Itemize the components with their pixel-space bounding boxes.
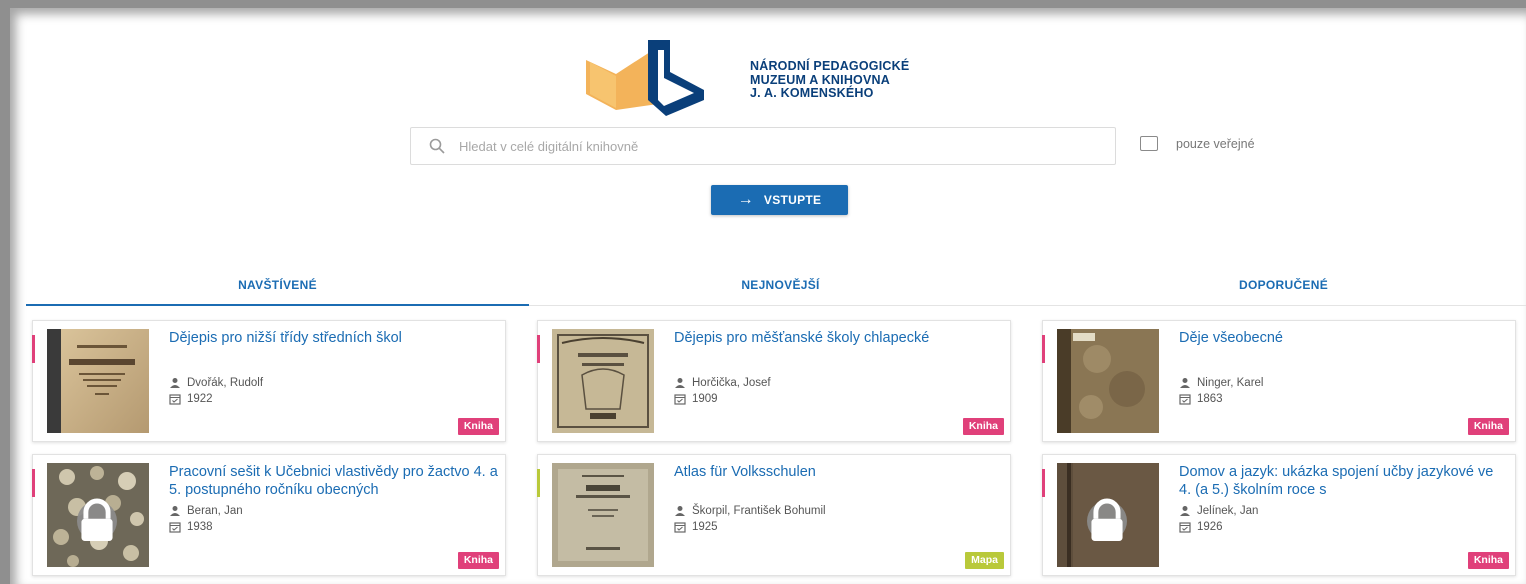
calendar-icon [1179,522,1191,533]
book-cover-thumbnail[interactable] [1057,463,1159,567]
enter-button-label: VSTUPTE [763,193,822,207]
tab-newest[interactable]: NEJNOVĚJŠÍ [529,270,1032,306]
book-author-name: Dvořák, Rudolf [187,377,264,389]
book-year: 1922 [169,393,213,405]
lock-icon [77,498,117,541]
book-year-value: 1938 [187,521,213,533]
calendar-icon [674,522,686,533]
book-year: 1909 [674,393,718,405]
card-accent [537,335,540,363]
book-author: Ninger, Karel [1179,377,1263,389]
calendar-icon [169,522,181,533]
person-icon [1180,506,1190,516]
library-logo[interactable]: NÁRODNÍ PEDAGOGICKÉ MUZEUM A KNIHOVNA J.… [586,38,1006,118]
book-author: Beran, Jan [169,505,243,517]
card-accent [537,469,540,497]
library-name-line-2: MUZEUM A KNIHOVNA [750,72,890,87]
book-cover-thumbnail[interactable] [552,329,654,433]
book-title[interactable]: Děje všeobecné [1179,329,1509,347]
person-icon [170,378,180,388]
book-title[interactable]: Atlas für Volksschulen [674,463,1004,481]
book-author-name: Beran, Jan [187,505,243,517]
book-author: Škorpil, František Bohumil [674,505,826,517]
library-name-line-3: J. A. KOMENSKÉHO [750,86,874,100]
search-box[interactable] [410,127,1116,165]
book-year-value: 1909 [692,393,718,405]
book-year-value: 1863 [1197,393,1223,405]
arrow-right-icon: → [737,191,754,208]
book-card[interactable]: Atlas für Volksschulen Škorpil, Františe… [537,454,1011,576]
person-icon [675,506,685,516]
book-year-value: 1925 [692,521,718,533]
book-author: Horčička, Josef [674,377,771,389]
tab-recommended[interactable]: DOPORUČENÉ [1032,270,1526,306]
card-accent [1042,469,1045,497]
calendar-icon [169,394,181,405]
book-logo-icon [586,40,704,116]
public-only-checkbox[interactable] [1140,136,1158,151]
book-title[interactable]: Pracovní sešit k Učebnici vlastivědy pro… [169,463,499,499]
public-only-filter[interactable]: pouze veřejné [1140,136,1255,151]
public-only-label: pouze veřejné [1176,136,1255,151]
tab-visited[interactable]: NAVŠTÍVENÉ [26,270,529,306]
tab-newest-label: NEJNOVĚJŠÍ [741,278,820,292]
book-year: 1926 [1179,521,1223,533]
book-year-value: 1922 [187,393,213,405]
doc-type-badge: Mapa [965,552,1004,569]
book-author-name: Jelínek, Jan [1197,505,1259,517]
book-card[interactable]: Dějepis pro nižší třídy středních škol D… [32,320,506,442]
doc-type-badge: Kniha [1467,418,1509,435]
card-accent [32,335,35,363]
page-frame: NÁRODNÍ PEDAGOGICKÉ MUZEUM A KNIHOVNA J.… [10,8,1526,584]
tab-recommended-label: DOPORUČENÉ [1238,278,1328,292]
card-accent [32,469,35,497]
book-cover-thumbnail[interactable] [552,463,654,567]
book-cover-thumbnail[interactable] [1057,329,1159,433]
enter-button[interactable]: → VSTUPTE [711,185,848,215]
doc-type-badge: Kniha [1467,552,1509,569]
book-card[interactable]: Pracovní sešit k Učebnici vlastivědy pro… [32,454,506,576]
book-cover-thumbnail[interactable] [47,463,149,567]
search-icon [429,138,445,154]
book-cover-thumbnail[interactable] [47,329,149,433]
book-title[interactable]: Dějepis pro měšťanské školy chlapecké [674,329,1004,347]
book-card[interactable]: Děje všeobecné Ninger, Karel 1863 Kniha [1042,320,1516,442]
person-icon [1180,378,1190,388]
book-year-value: 1926 [1197,521,1223,533]
book-author-name: Ninger, Karel [1197,377,1264,389]
book-author-name: Horčička, Josef [692,377,771,389]
doc-type-badge: Kniha [962,418,1004,435]
person-icon [170,506,180,516]
book-author: Jelínek, Jan [1179,505,1258,517]
book-title[interactable]: Dějepis pro nižší třídy středních škol [169,329,499,347]
book-author-name: Škorpil, František Bohumil [692,505,826,517]
calendar-icon [674,394,686,405]
library-name: NÁRODNÍ PEDAGOGICKÉ MUZEUM A KNIHOVNA J.… [750,59,910,101]
tab-visited-label: NAVŠTÍVENÉ [238,278,317,292]
book-card[interactable]: Dějepis pro měšťanské školy chlapecké Ho… [537,320,1011,442]
book-author: Dvořák, Rudolf [169,377,263,389]
doc-type-badge: Kniha [457,552,499,569]
tab-bar: NAVŠTÍVENÉ NEJNOVĚJŠÍ DOPORUČENÉ [26,270,1526,306]
calendar-icon [1179,394,1191,405]
search-input[interactable] [459,138,1059,154]
lock-icon [1087,498,1127,541]
book-year: 1863 [1179,393,1223,405]
book-year: 1938 [169,521,213,533]
book-card[interactable]: Domov a jazyk: ukázka spojení učby jazyk… [1042,454,1516,576]
person-icon [675,378,685,388]
card-accent [1042,335,1045,363]
doc-type-badge: Kniha [457,418,499,435]
library-name-line-1: NÁRODNÍ PEDAGOGICKÉ [750,59,910,73]
book-year: 1925 [674,521,718,533]
book-title[interactable]: Domov a jazyk: ukázka spojení učby jazyk… [1179,463,1509,499]
